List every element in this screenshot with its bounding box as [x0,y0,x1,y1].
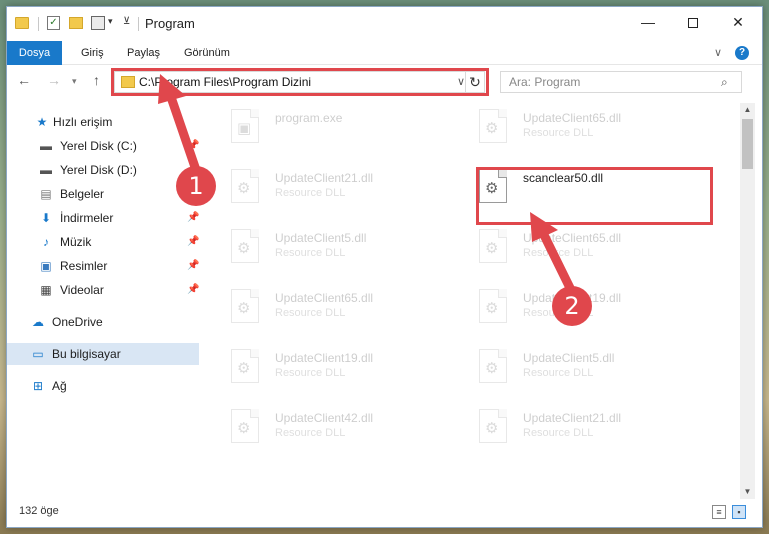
step-badge-2: 2 [552,286,592,326]
step-badge-1: 1 [176,166,216,206]
annotation-arrow-1 [158,74,577,297]
